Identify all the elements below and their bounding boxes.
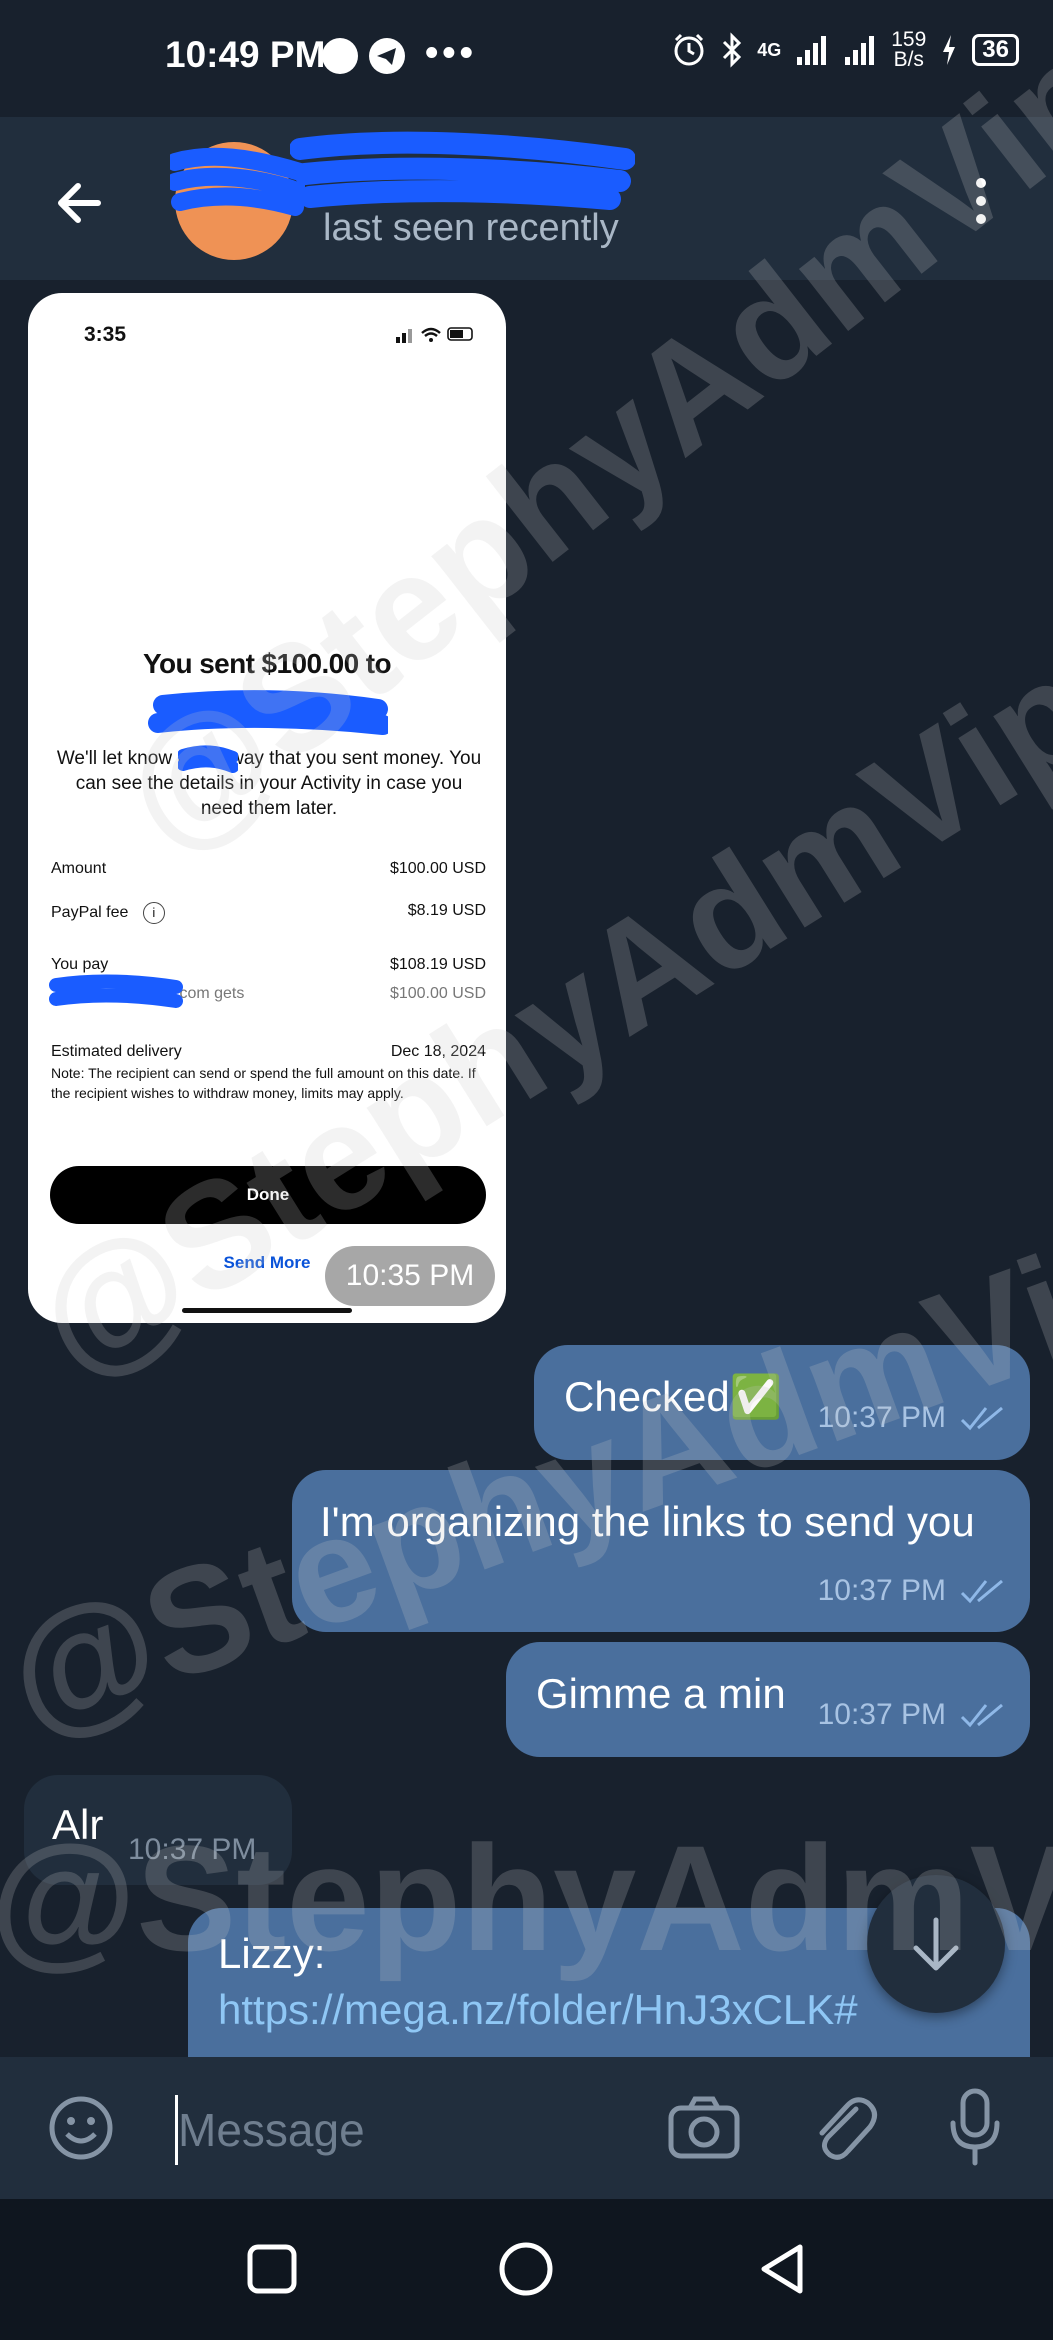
home-icon[interactable] <box>498 2241 554 2297</box>
app-notification-icon <box>322 38 358 74</box>
fee-row: PayPal fee i $8.19 USD <box>51 902 486 924</box>
message-input-bar: Message <box>0 2057 1053 2199</box>
read-checkmarks-icon <box>960 1579 1003 1604</box>
chat-area[interactable]: 3:35 You sent $100.00 to We'll let know … <box>0 280 1053 2057</box>
email-redacted <box>49 974 183 1008</box>
amount-row: Amount $100.00 USD <box>51 860 486 877</box>
screenshot-status-icons <box>396 325 476 346</box>
arrow-down-icon <box>913 1917 959 1971</box>
more-options-icon[interactable] <box>963 169 999 233</box>
emoji-icon[interactable] <box>46 2093 116 2163</box>
network-speed: 159 B/s <box>891 28 927 71</box>
payment-screenshot-image[interactable]: 3:35 You sent $100.00 to We'll let know … <box>28 293 506 1323</box>
screenshot-time: 3:35 <box>84 323 127 346</box>
done-button[interactable]: Done <box>50 1166 486 1224</box>
alarm-icon <box>674 33 704 66</box>
telegram-icon <box>369 38 405 74</box>
message-input[interactable]: Message <box>178 2103 365 2157</box>
charging-icon <box>943 35 956 65</box>
recipient-redacted <box>148 690 388 735</box>
camera-icon[interactable] <box>666 2093 742 2163</box>
outgoing-message[interactable]: Gimme a min 10:37 PM <box>506 1642 1030 1757</box>
message-meta: 10:37 PM <box>818 1574 1006 1608</box>
mega-folder-link[interactable]: https://mega.nz/folder/HnJ3xCLK# <box>218 1986 858 2034</box>
last-seen-status: last seen recently <box>323 207 619 249</box>
status-bar: 10:49 PM ••• 4G 159 B/s 36 <box>0 0 1053 117</box>
back-icon[interactable] <box>756 2241 808 2297</box>
payment-title: You sent $100.00 to <box>143 648 392 679</box>
chat-header: last seen recently <box>0 117 1053 280</box>
message-time: 10:37 PM <box>128 1833 257 1866</box>
scroll-down-button[interactable] <box>867 1875 1005 2013</box>
more-notifications-icon: ••• <box>425 32 477 74</box>
you-pay-row: You pay $108.19 USD <box>51 956 486 973</box>
bluetooth-icon <box>723 32 742 68</box>
payment-note: Note: The recipient can send or spend th… <box>51 1065 476 1101</box>
incoming-message[interactable]: Alr 10:37 PM <box>24 1775 292 1885</box>
redaction-scribble <box>178 745 238 773</box>
payment-message: We'll let know right away that you sent … <box>56 748 482 819</box>
signal-icon-2 <box>845 36 875 65</box>
signal-icon <box>797 36 827 65</box>
message-meta: 10:37 PM <box>818 1698 1006 1732</box>
microphone-icon[interactable] <box>946 2087 1004 2167</box>
status-icons: 4G 159 B/s 36 <box>671 28 1019 71</box>
contact-name-redacted[interactable] <box>290 129 635 214</box>
home-indicator <box>182 1308 352 1313</box>
outgoing-message[interactable]: I'm organizing the links to send you 10:… <box>292 1470 1030 1632</box>
message-meta: 10:37 PM <box>818 1401 1006 1435</box>
status-time: 10:49 PM <box>165 34 326 75</box>
attach-icon[interactable] <box>808 2089 878 2165</box>
network-type: 4G <box>757 39 782 60</box>
recent-apps-icon[interactable] <box>246 2243 298 2295</box>
battery-indicator: 36 <box>972 34 1019 66</box>
delivery-row: Estimated delivery Dec 18, 2024 <box>51 1043 486 1060</box>
redaction-scribble <box>170 147 305 216</box>
system-nav-bar <box>0 2199 1053 2340</box>
read-checkmarks-icon <box>960 1703 1003 1728</box>
outgoing-message[interactable]: Checked✅ 10:37 PM <box>534 1345 1030 1460</box>
message-time: 10:35 PM <box>325 1246 495 1306</box>
back-arrow-icon[interactable] <box>48 171 112 235</box>
info-icon[interactable]: i <box>142 902 165 924</box>
read-checkmarks-icon <box>960 1406 1003 1431</box>
